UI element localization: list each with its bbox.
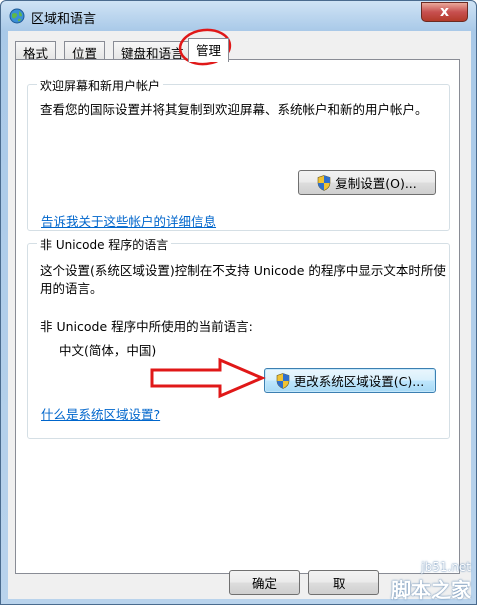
tab-location[interactable]: 位置 [64,41,106,61]
tab-keyboards-languages[interactable]: 键盘和语言 [113,41,192,61]
welcome-screen-group: 欢迎屏幕和新用户帐户 查看您的国际设置并将其复制到欢迎屏幕、系统帐户和新的用户帐… [27,77,450,231]
close-button[interactable]: x [421,2,468,22]
current-language-value: 中文(简体，中国) [59,343,157,358]
change-system-locale-button[interactable]: 更改系统区域设置(C)... [264,368,436,393]
window-title: 区域和语言 [31,12,97,27]
title-bar[interactable]: 区域和语言 x [1,1,476,31]
watermark-name: 脚本之家 [391,578,471,602]
uac-shield-icon [317,174,331,191]
watermark-url: jb51.net [421,560,471,574]
dialog-client-area: 格式 位置 键盘和语言 管理 欢迎屏幕和新用户帐户 查看您的国际设置并将其复制到… [8,31,471,599]
non-unicode-description-line2: 用的语言。 [40,281,103,296]
ok-button[interactable]: 确定 [229,570,300,595]
account-details-link[interactable]: 告诉我关于这些帐户的详细信息 [41,211,216,230]
welcome-group-title: 欢迎屏幕和新用户帐户 [37,77,164,94]
non-unicode-description-line1: 这个设置(系统区域设置)控制在不支持 Unicode 的程序中显示文本时所使 [40,263,446,278]
cancel-button[interactable]: 取 [308,570,379,595]
non-unicode-group: 非 Unicode 程序的语言 这个设置(系统区域设置)控制在不支持 Unico… [27,236,450,439]
tab-formats[interactable]: 格式 [15,41,57,61]
copy-settings-button[interactable]: 复制设置(O)... [298,170,436,195]
uac-shield-icon [276,372,290,389]
current-language-label: 非 Unicode 程序中所使用的当前语言: [40,319,253,334]
close-icon: x [439,4,450,20]
tab-panel-administrative: 欢迎屏幕和新用户帐户 查看您的国际设置并将其复制到欢迎屏幕、系统帐户和新的用户帐… [15,59,460,574]
tab-administrative[interactable]: 管理 [188,38,230,62]
watermark: jb51.net 脚本之家 [391,560,471,603]
globe-icon [9,8,25,24]
system-locale-help-link[interactable]: 什么是系统区域设置? [41,404,160,423]
non-unicode-group-title: 非 Unicode 程序的语言 [37,236,172,253]
window-frame: 区域和语言 x 格式 位置 键盘和语言 管理 欢迎屏幕和新用户帐户 查看您的国际… [0,0,477,605]
welcome-description: 查看您的国际设置并将其复制到欢迎屏幕、系统帐户和新的用户帐户。 [40,102,428,117]
